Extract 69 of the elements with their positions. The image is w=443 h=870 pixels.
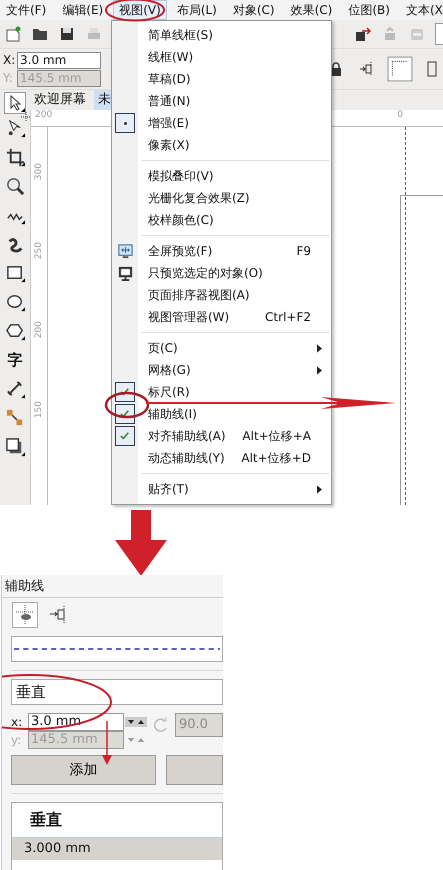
submenu-arrow-icon [317,366,322,374]
menu-item[interactable]: 光栅化复合效果(Z) [112,187,331,209]
save-icon[interactable] [58,25,76,43]
ruler-number: 250 [34,242,44,260]
menu-item[interactable]: 页面排序器视图(A) [112,284,331,306]
submenu-arrow-icon [317,344,322,352]
menu-item[interactable]: 模拟叠印(V) [112,165,331,187]
menu-item[interactable]: 文件(F) [0,0,52,20]
ruler-number: 200 [34,321,44,339]
menu-item[interactable]: 位图(B) [342,0,396,20]
menu-item[interactable]: 辅助线(I) [112,403,331,425]
ruler-number: 0 [397,110,403,120]
guide-type-field[interactable]: 垂直 [11,679,223,705]
add-button[interactable]: 添加 [11,755,156,785]
y-label: Y: [3,71,14,85]
line-style-field[interactable] [11,636,223,662]
menu-item[interactable]: 增强(E) [112,112,331,134]
annotation-arrow [115,510,167,576]
x-label: x: [11,715,24,729]
x-label: X: [3,53,15,67]
monitor-icon [116,264,134,282]
drop-shadow-icon[interactable] [4,437,26,458]
polygon-icon[interactable] [4,321,26,342]
menu-item[interactable]: 标尺(R) [112,381,331,403]
dashed-line-icon [14,647,220,651]
rectangle-icon[interactable] [4,263,26,284]
menu-item[interactable]: 全屏预览(F) F9 [112,240,331,262]
menu-item[interactable]: 页(C) [112,337,331,359]
menu-item[interactable]: 动态辅助线(Y) Alt+位移+D [112,447,331,469]
menu-item[interactable]: 贴齐(T) [112,478,331,500]
ruler-number: 200 [35,110,52,120]
submenu-arrow-icon [317,484,322,494]
menu-item[interactable]: 效果(C) [284,0,338,20]
list-row[interactable]: 3.000 mm [12,838,222,860]
pick-tool-icon[interactable] [4,92,26,114]
y-label: y: [11,733,22,747]
export-icon[interactable] [354,25,372,43]
menu-item[interactable]: 对象(C) [226,0,281,20]
panel-title: 辅助线 [3,577,223,598]
eye-icon[interactable] [12,602,38,628]
text-tool[interactable]: 字 [8,350,22,371]
document-tab[interactable]: 欢迎屏幕 [30,90,90,110]
annotation-arrow [102,721,112,765]
search-icon[interactable] [4,176,26,197]
menu-item[interactable]: 像素(X) [112,134,331,156]
ruler-origin-icon[interactable] [19,110,33,124]
menu-item[interactable]: 草稿(D) [112,68,331,90]
annotation-ellipse [104,391,150,419]
menu-item[interactable]: 线框(W) [112,46,331,68]
new-document-icon[interactable] [4,25,22,43]
menu-item[interactable]: 布局(L) [170,0,223,20]
menu-item[interactable]: 校样颜色(C) [112,209,331,231]
ruler-number: 300 [34,163,44,180]
menu-item[interactable]: 编辑(E) [56,0,110,20]
ruler-number: 150 [34,400,44,418]
spinner-icon[interactable] [125,717,147,727]
menu-item[interactable]: 普通(N) [112,90,331,112]
menu-item[interactable]: 视图管理器(W) Ctrl+F2 [112,306,331,328]
dimension-icon[interactable] [4,379,26,400]
menu-item[interactable]: 对齐辅助线(A) Alt+位移+A [112,425,331,447]
x-field[interactable]: 3.0 mm [17,52,101,68]
guide-layout-icon[interactable] [387,56,413,82]
menu-item[interactable]: 简单线框(S) [112,24,331,46]
menu-item[interactable]: 只预览选定的对象(O) [112,262,331,284]
crop-icon[interactable] [4,147,26,168]
fullscreen-preview-icon [116,242,134,260]
ellipse-icon[interactable] [4,292,26,313]
menu-item[interactable]: 网格(G) [112,359,331,381]
menu-item[interactable]: 文本(X [400,0,443,20]
